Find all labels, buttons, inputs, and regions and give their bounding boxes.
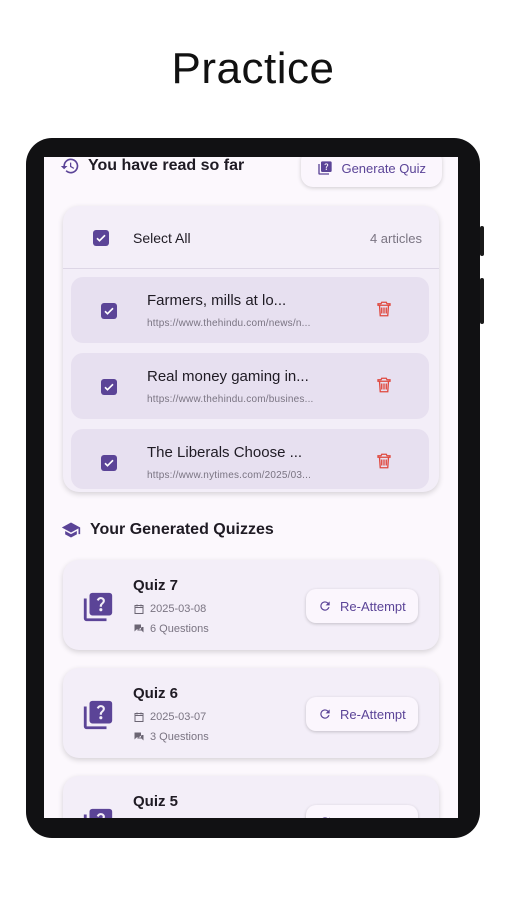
refresh-icon bbox=[320, 601, 330, 611]
quiz-date: 2025-03-08 bbox=[150, 603, 207, 615]
app-screen: You have read so far Generate Quiz Selec… bbox=[44, 157, 458, 818]
articles-card: Select All 4 articles Farmers, mills at … bbox=[63, 206, 439, 492]
quiz-icon bbox=[318, 161, 333, 175]
generate-quiz-button[interactable]: Generate Quiz bbox=[301, 157, 442, 187]
delete-icon[interactable] bbox=[375, 375, 393, 395]
quiz-section-title: Your Generated Quizzes bbox=[90, 521, 274, 538]
quiz-date: 2025-03-07 bbox=[150, 711, 207, 723]
quiz-icon bbox=[83, 592, 113, 622]
article-item[interactable]: The Liberals Choose ... https://www.nyti… bbox=[71, 429, 429, 489]
article-item[interactable]: Real money gaming in... https://www.theh… bbox=[71, 353, 429, 419]
quiz-questions-row: 3 Questions bbox=[133, 731, 209, 743]
delete-icon[interactable] bbox=[375, 299, 393, 319]
read-section-header: You have read so far bbox=[60, 157, 244, 176]
re-attempt-label: Re-Attempt bbox=[340, 706, 406, 722]
quiz-title: Quiz 5 bbox=[133, 793, 179, 810]
calendar-icon bbox=[134, 712, 144, 722]
article-checkbox[interactable] bbox=[101, 455, 117, 471]
article-count: 4 articles bbox=[369, 231, 422, 246]
re-attempt-button[interactable]: Re-Attempt bbox=[306, 589, 418, 623]
article-title: Farmers, mills at lo... bbox=[147, 292, 287, 309]
select-all-row[interactable]: Select All 4 articles bbox=[63, 206, 439, 269]
chat-icon bbox=[134, 732, 144, 741]
device-side-button bbox=[480, 226, 484, 256]
article-url: https://www.nytimes.com/2025/03... bbox=[147, 470, 312, 481]
select-all-label: Select All bbox=[133, 230, 191, 246]
quiz-section-header: Your Generated Quizzes bbox=[60, 520, 274, 540]
graduation-cap-icon bbox=[61, 522, 81, 538]
quiz-icon bbox=[83, 808, 113, 818]
article-url: https://www.thehindu.com/news/n... bbox=[147, 318, 311, 329]
quiz-date-row: 2025-03-07 bbox=[133, 711, 206, 723]
check-icon bbox=[104, 307, 114, 315]
quiz-icon bbox=[83, 700, 113, 730]
quiz-date-row: 2025-03-08 bbox=[133, 603, 206, 615]
delete-icon[interactable] bbox=[375, 451, 393, 471]
article-title: Real money gaming in... bbox=[147, 368, 309, 385]
chat-icon bbox=[134, 624, 144, 633]
quiz-questions-row: 6 Questions bbox=[133, 623, 209, 635]
read-section-title: You have read so far bbox=[88, 157, 245, 174]
quiz-title: Quiz 7 bbox=[133, 577, 179, 594]
page-title: Practice bbox=[171, 44, 335, 93]
check-icon bbox=[104, 383, 114, 391]
quiz-card[interactable]: Quiz 7 2025-03-08 6 Questions Re-Attempt bbox=[63, 560, 439, 650]
history-icon bbox=[60, 158, 79, 174]
article-title: The Liberals Choose ... bbox=[147, 444, 303, 461]
quiz-questions: 3 Questions bbox=[150, 731, 209, 743]
check-icon bbox=[96, 234, 106, 242]
re-attempt-button[interactable]: Re-Attempt bbox=[306, 697, 418, 731]
device-side-button bbox=[480, 278, 484, 324]
refresh-icon bbox=[322, 817, 330, 818]
article-checkbox[interactable] bbox=[101, 379, 117, 395]
check-icon bbox=[104, 459, 114, 467]
generate-quiz-label: Generate Quiz bbox=[341, 160, 426, 176]
re-attempt-button[interactable]: Re-Attempt bbox=[306, 805, 418, 818]
re-attempt-label: Re-Attempt bbox=[340, 815, 406, 819]
quiz-title: Quiz 6 bbox=[133, 685, 179, 702]
calendar-icon bbox=[134, 604, 144, 614]
refresh-icon bbox=[320, 709, 330, 719]
re-attempt-label: Re-Attempt bbox=[340, 598, 406, 614]
article-checkbox[interactable] bbox=[101, 303, 117, 319]
article-item[interactable]: Farmers, mills at lo... https://www.theh… bbox=[71, 277, 429, 343]
quiz-card[interactable]: Quiz 6 2025-03-07 3 Questions Re-Attempt bbox=[63, 668, 439, 758]
quiz-questions: 6 Questions bbox=[150, 623, 209, 635]
article-url: https://www.thehindu.com/busines... bbox=[147, 394, 314, 405]
select-all-checkbox[interactable] bbox=[93, 230, 109, 246]
quiz-card[interactable]: Quiz 5 Re-Attempt bbox=[63, 776, 439, 818]
